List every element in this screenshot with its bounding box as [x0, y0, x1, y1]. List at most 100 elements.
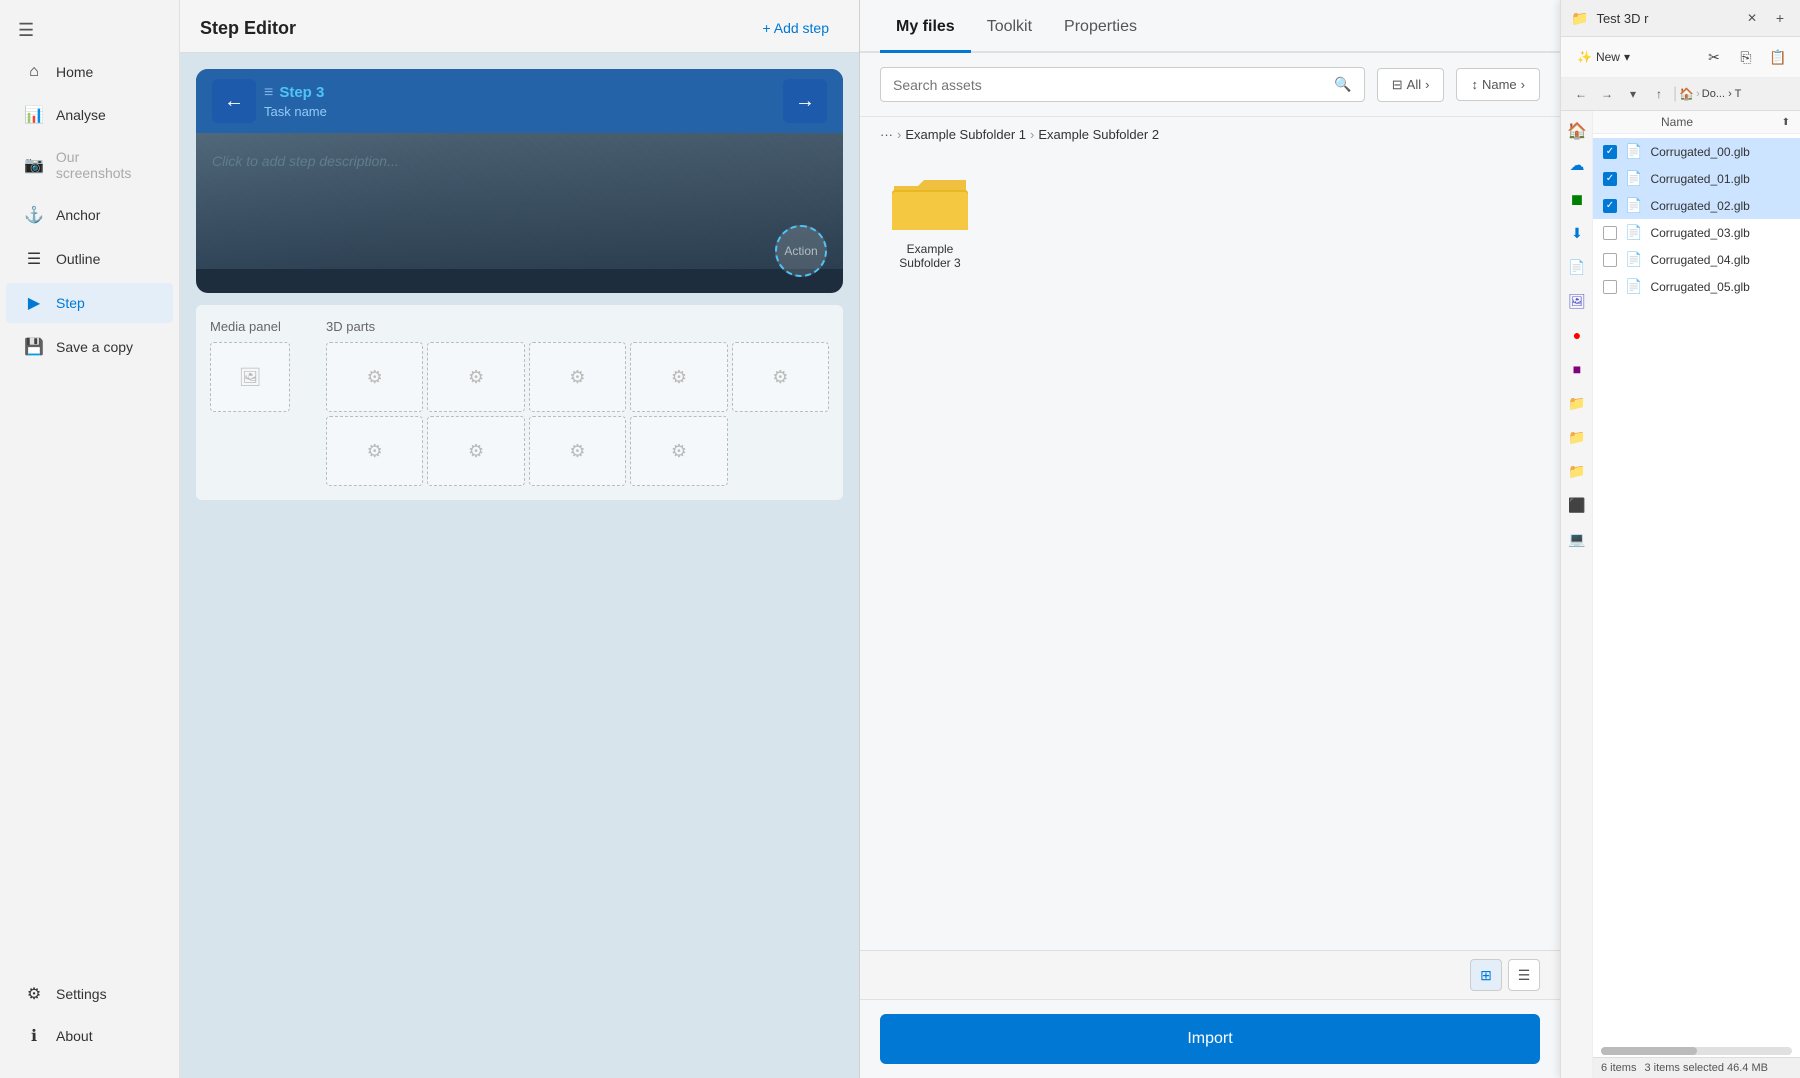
explorer-new-button[interactable]: ✨ New ▾: [1569, 46, 1638, 68]
file-list-item[interactable]: ✓ 📄 Corrugated_01.glb: [1593, 165, 1800, 192]
explorer-new-tab-button[interactable]: +: [1770, 8, 1790, 28]
task-name: Task name: [264, 104, 775, 119]
part-cell-6[interactable]: ⚙: [326, 416, 423, 486]
sidebar-item-outline[interactable]: ☰ Outline: [6, 239, 173, 279]
sidebar-cloud-icon[interactable]: ☁: [1561, 149, 1593, 181]
media-cell[interactable]: 🖼: [210, 342, 290, 412]
step-next-button[interactable]: →: [783, 79, 827, 123]
parts-section: 3D parts ⚙ ⚙ ⚙ ⚙ ⚙ ⚙ ⚙ ⚙ ⚙: [326, 319, 829, 486]
file-type-icon: 📄: [1625, 251, 1642, 268]
action-badge[interactable]: Action: [775, 225, 827, 277]
filter-button[interactable]: ⊟ All ›: [1377, 68, 1445, 102]
tab-toolkit[interactable]: Toolkit: [971, 0, 1048, 53]
part-cell-5[interactable]: ⚙: [732, 342, 829, 412]
part-cell-1[interactable]: ⚙: [326, 342, 423, 412]
tab-my-files[interactable]: My files: [880, 0, 971, 53]
explorer-body: 🏠 ☁ ◼ ⬇ 📄 🖼 ● ■ 📁 📁 📁 ⬛ 💻 Name: [1561, 111, 1800, 1078]
explorer-folder-icon: 📁: [1571, 10, 1588, 27]
sidebar-folder3-icon[interactable]: 📁: [1561, 455, 1593, 487]
step-description[interactable]: Click to add step description...: [212, 153, 399, 169]
nav-dropdown-button[interactable]: ▾: [1621, 82, 1645, 106]
sidebar-file-icon[interactable]: 📄: [1561, 251, 1593, 283]
file-checkbox[interactable]: [1603, 253, 1617, 267]
file-list-item[interactable]: ✓ 📄 Corrugated_02.glb: [1593, 192, 1800, 219]
cut-button[interactable]: ✂: [1700, 43, 1728, 71]
sidebar-download-icon[interactable]: ⬇: [1561, 217, 1593, 249]
sidebar-green-icon[interactable]: ◼: [1561, 183, 1593, 215]
nav-back-button[interactable]: ←: [1569, 82, 1593, 106]
list-view-button[interactable]: ☰: [1508, 959, 1540, 991]
breadcrumb-dots[interactable]: ···: [880, 127, 893, 142]
search-box[interactable]: 🔍: [880, 67, 1365, 102]
part-icon-1: ⚙: [367, 367, 383, 388]
explorer-toolbar: ✨ New ▾ ✂ ⎘ 📋: [1561, 37, 1800, 78]
part-cell-7[interactable]: ⚙: [427, 416, 524, 486]
import-button[interactable]: Import: [880, 1014, 1540, 1064]
sidebar-label-outline: Outline: [56, 251, 100, 267]
file-checkbox[interactable]: ✓: [1603, 145, 1617, 159]
step-prev-button[interactable]: ←: [212, 79, 256, 123]
sidebar-win-icon[interactable]: ⬛: [1561, 489, 1593, 521]
file-checkbox[interactable]: ✓: [1603, 199, 1617, 213]
add-step-button[interactable]: + Add step: [752, 14, 839, 42]
sidebar-folder2-icon[interactable]: 📁: [1561, 421, 1593, 453]
menu-icon[interactable]: ☰: [0, 10, 179, 51]
file-list-item[interactable]: 📄 Corrugated_04.glb: [1593, 246, 1800, 273]
breadcrumb-subfolder2[interactable]: Example Subfolder 2: [1038, 127, 1159, 142]
step-card-body[interactable]: Click to add step description... Action: [196, 133, 843, 293]
file-checkbox[interactable]: [1603, 280, 1617, 294]
file-checkbox[interactable]: ✓: [1603, 172, 1617, 186]
nav-forward-button[interactable]: →: [1595, 82, 1619, 106]
sidebar-item-save-copy[interactable]: 💾 Save a copy: [6, 327, 173, 367]
file-browser-panel: My files Toolkit Properties 🔍 ⊟ All › ↕: [860, 0, 1560, 1078]
sort-icon: ↕: [1471, 77, 1478, 92]
sidebar-purple-icon[interactable]: ■: [1561, 353, 1593, 385]
sidebar-item-settings[interactable]: ⚙ Settings: [6, 974, 173, 1014]
file-name: Corrugated_01.glb: [1650, 172, 1790, 186]
sidebar-folder1-icon[interactable]: 📁: [1561, 387, 1593, 419]
part-icon-2: ⚙: [468, 367, 484, 388]
import-label: Import: [1187, 1030, 1232, 1047]
part-cell-2[interactable]: ⚙: [427, 342, 524, 412]
file-list-item[interactable]: 📄 Corrugated_05.glb: [1593, 273, 1800, 300]
file-name: Corrugated_02.glb: [1650, 199, 1790, 213]
explorer-col-header: Name ⬆: [1593, 111, 1800, 134]
sidebar-label-anchor: Anchor: [56, 207, 100, 223]
anchor-icon: ⚓: [24, 205, 44, 225]
sidebar-pic-icon[interactable]: 🖼: [1561, 285, 1593, 317]
file-checkbox[interactable]: [1603, 226, 1617, 240]
paste-button[interactable]: 📋: [1764, 43, 1792, 71]
sidebar-home-icon[interactable]: 🏠: [1561, 115, 1593, 147]
filter-icon: ⊟: [1392, 77, 1403, 93]
add-step-label: + Add step: [762, 20, 829, 36]
part-cell-8[interactable]: ⚙: [529, 416, 626, 486]
sidebar-label-screenshots: Our screenshots: [56, 149, 155, 181]
file-list-item[interactable]: ✓ 📄 Corrugated_00.glb: [1593, 138, 1800, 165]
sort-button[interactable]: ↕ Name ›: [1456, 68, 1540, 101]
search-filter-bar: 🔍 ⊟ All › ↕ Name ›: [860, 53, 1560, 117]
sidebar-drive-icon[interactable]: 💻: [1561, 523, 1593, 555]
sidebar-red-icon[interactable]: ●: [1561, 319, 1593, 351]
grid-view-icon: ⊞: [1480, 967, 1492, 984]
grid-view-button[interactable]: ⊞: [1470, 959, 1502, 991]
part-cell-4[interactable]: ⚙: [630, 342, 727, 412]
file-list-item[interactable]: 📄 Corrugated_03.glb: [1593, 219, 1800, 246]
breadcrumb-subfolder1[interactable]: Example Subfolder 1: [905, 127, 1026, 142]
sidebar-item-home[interactable]: ⌂ Home: [6, 53, 173, 91]
tab-properties[interactable]: Properties: [1048, 0, 1153, 53]
sidebar-item-anchor[interactable]: ⚓ Anchor: [6, 195, 173, 235]
part-cell-3[interactable]: ⚙: [529, 342, 626, 412]
search-input[interactable]: [893, 77, 1326, 93]
sidebar-item-analyse[interactable]: 📊 Analyse: [6, 95, 173, 135]
copy-button[interactable]: ⎘: [1732, 43, 1760, 71]
part-cell-9[interactable]: ⚙: [630, 416, 727, 486]
explorer-close-button[interactable]: ✕: [1742, 8, 1762, 28]
sidebar-item-about[interactable]: ℹ About: [6, 1016, 173, 1056]
home-icon: ⌂: [24, 63, 44, 81]
explorer-scrollbar[interactable]: [1601, 1047, 1792, 1055]
folder-item-3[interactable]: Example Subfolder 3: [880, 172, 980, 270]
step-card-header: ← ≡ Step 3 Task name →: [196, 69, 843, 133]
nav-up-button[interactable]: ↑: [1647, 82, 1671, 106]
sidebar-item-step[interactable]: ▶ Step: [6, 283, 173, 323]
step-name: Step 3: [279, 84, 324, 101]
